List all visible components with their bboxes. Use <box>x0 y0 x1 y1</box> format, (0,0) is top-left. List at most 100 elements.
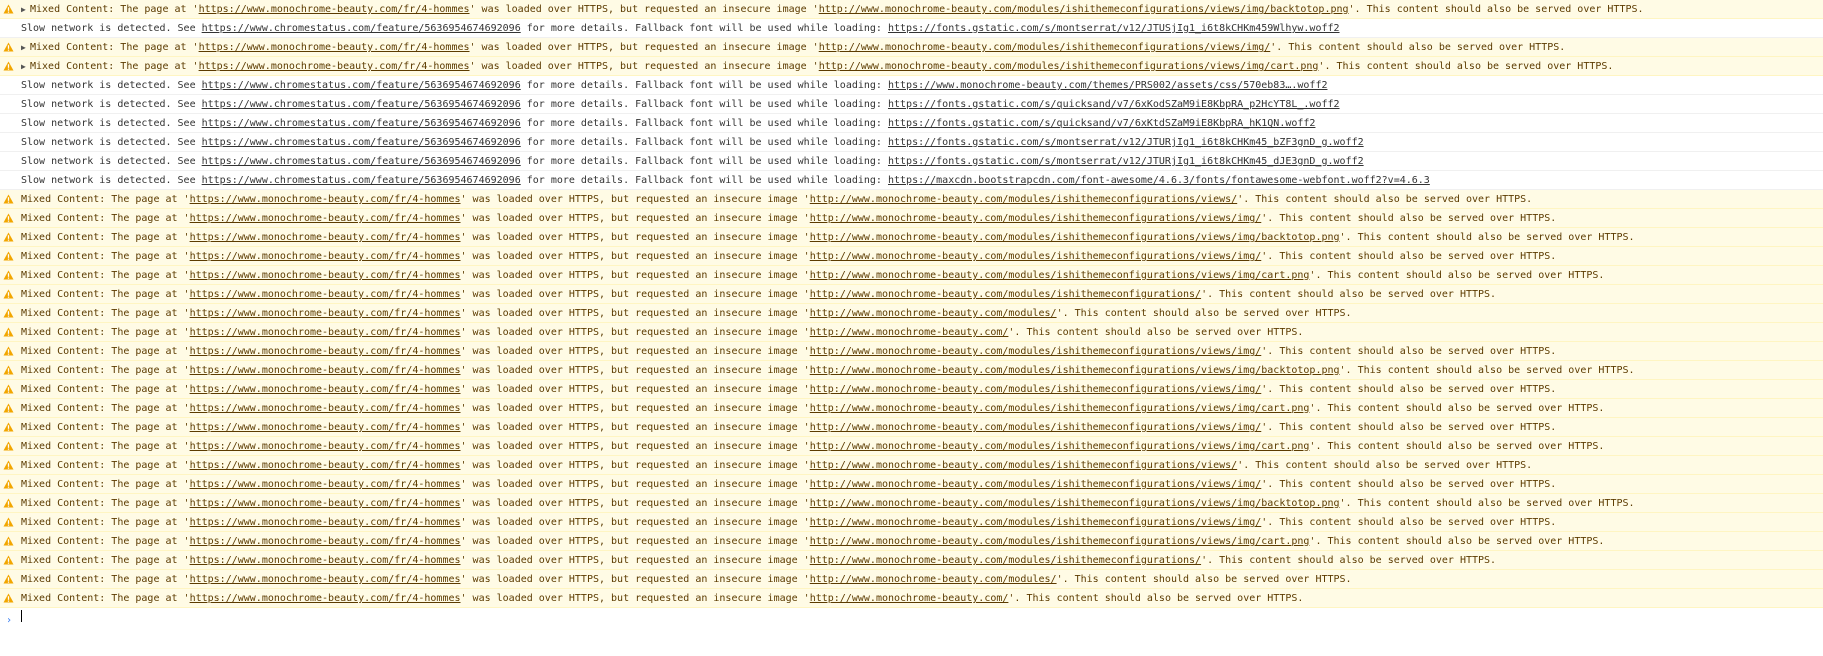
console-message-text: ' was loaded over HTTPS, but requested a… <box>460 555 810 566</box>
console-url-link[interactable]: http://www.monochrome-beauty.com/modules… <box>810 441 1310 452</box>
console-url-link[interactable]: http://www.monochrome-beauty.com/modules… <box>810 403 1310 414</box>
console-message-text: '. This content should also be served ov… <box>1237 460 1533 471</box>
console-message-text: for more details. Fallback font will be … <box>520 118 888 129</box>
console-url-link[interactable]: http://www.monochrome-beauty.com/modules… <box>810 289 1201 300</box>
console-url-link[interactable]: https://www.chromestatus.com/feature/563… <box>202 137 521 148</box>
console-url-link[interactable]: http://www.monochrome-beauty.com/modules… <box>810 194 1237 205</box>
console-url-link[interactable]: https://www.monochrome-beauty.com/fr/4-h… <box>190 441 461 452</box>
console-url-link[interactable]: https://www.monochrome-beauty.com/fr/4-h… <box>190 232 461 243</box>
warning-triangle-icon <box>3 308 14 318</box>
console-url-link[interactable]: https://www.monochrome-beauty.com/fr/4-h… <box>190 593 461 604</box>
console-url-link[interactable]: https://www.chromestatus.com/feature/563… <box>202 80 521 91</box>
console-info-message: Slow network is detected. See https://ww… <box>0 133 1823 152</box>
warning-triangle-icon <box>3 574 14 584</box>
console-url-link[interactable]: https://www.monochrome-beauty.com/fr/4-h… <box>190 479 461 490</box>
console-message-text: Mixed Content: The page at ' <box>21 479 190 490</box>
console-message-text: Mixed Content: The page at ' <box>30 4 199 15</box>
console-url-link[interactable]: https://www.chromestatus.com/feature/563… <box>202 156 521 167</box>
triangle-right-icon[interactable]: ▶ <box>21 38 30 56</box>
console-url-link[interactable]: https://www.monochrome-beauty.com/fr/4-h… <box>190 346 461 357</box>
console-url-link[interactable]: http://www.monochrome-beauty.com/modules… <box>810 460 1237 471</box>
console-url-link[interactable]: http://www.monochrome-beauty.com/modules… <box>810 479 1262 490</box>
console-url-link[interactable]: https://www.monochrome-beauty.com/fr/4-h… <box>190 308 461 319</box>
console-warning-message: Mixed Content: The page at 'https://www.… <box>0 285 1823 304</box>
console-url-link[interactable]: http://www.monochrome-beauty.com/ <box>810 327 1009 338</box>
console-url-link[interactable]: https://fonts.gstatic.com/s/montserrat/v… <box>888 23 1340 34</box>
console-url-link[interactable]: https://fonts.gstatic.com/s/quicksand/v7… <box>888 99 1340 110</box>
console-url-link[interactable]: https://www.monochrome-beauty.com/fr/4-h… <box>190 270 461 281</box>
console-url-link[interactable]: https://www.chromestatus.com/feature/563… <box>202 23 521 34</box>
console-url-link[interactable]: http://www.monochrome-beauty.com/modules… <box>810 346 1262 357</box>
chevron-right-icon: › <box>6 615 13 626</box>
console-url-link[interactable]: http://www.monochrome-beauty.com/modules… <box>810 213 1262 224</box>
console-url-link[interactable]: https://www.chromestatus.com/feature/563… <box>202 175 521 186</box>
console-url-link[interactable]: http://www.monochrome-beauty.com/modules… <box>819 4 1349 15</box>
console-url-link[interactable]: https://www.monochrome-beauty.com/fr/4-h… <box>190 460 461 471</box>
console-url-link[interactable]: http://www.monochrome-beauty.com/modules… <box>810 555 1201 566</box>
warning-triangle-icon <box>3 232 14 242</box>
console-message-text: ' was loaded over HTTPS, but requested a… <box>460 479 810 490</box>
console-url-link[interactable]: http://www.monochrome-beauty.com/modules… <box>810 384 1262 395</box>
warning-triangle-icon <box>3 194 14 204</box>
warning-triangle-icon <box>3 365 14 375</box>
console-warning-message[interactable]: ▶ Mixed Content: The page at 'https://www… <box>0 0 1823 19</box>
console-message-text: '. This content should also be served ov… <box>1309 270 1605 281</box>
console-url-link[interactable]: https://www.monochrome-beauty.com/fr/4-h… <box>190 289 461 300</box>
console-message-text: ' was loaded over HTTPS, but requested a… <box>460 384 810 395</box>
console-url-link[interactable]: https://www.monochrome-beauty.com/fr/4-h… <box>190 517 461 528</box>
console-url-link[interactable]: http://www.monochrome-beauty.com/ <box>810 593 1009 604</box>
console-message-text: ' was loaded over HTTPS, but requested a… <box>460 289 810 300</box>
console-url-link[interactable]: https://www.monochrome-beauty.com/fr/4-h… <box>190 213 461 224</box>
console-message-text: for more details. Fallback font will be … <box>520 156 888 167</box>
triangle-right-icon[interactable]: ▶ <box>21 0 30 18</box>
console-message-text: Mixed Content: The page at ' <box>30 42 199 53</box>
console-url-link[interactable]: https://www.monochrome-beauty.com/fr/4-h… <box>190 365 461 376</box>
console-url-link[interactable]: http://www.monochrome-beauty.com/modules… <box>819 61 1319 72</box>
console-url-link[interactable]: https://maxcdn.bootstrapcdn.com/font-awe… <box>888 175 1430 186</box>
console-message-text: ' was loaded over HTTPS, but requested a… <box>460 251 810 262</box>
console-url-link[interactable]: https://www.monochrome-beauty.com/fr/4-h… <box>199 42 470 53</box>
console-message-text: '. This content should also be served ov… <box>1261 422 1557 433</box>
triangle-right-icon[interactable]: ▶ <box>21 57 30 75</box>
console-url-link[interactable]: https://www.monochrome-beauty.com/fr/4-h… <box>190 536 461 547</box>
console-url-link[interactable]: http://www.monochrome-beauty.com/modules… <box>810 365 1340 376</box>
console-message-text: Slow network is detected. See <box>21 118 202 129</box>
console-url-link[interactable]: https://www.monochrome-beauty.com/fr/4-h… <box>190 574 461 585</box>
console-url-link[interactable]: https://www.chromestatus.com/feature/563… <box>202 99 521 110</box>
console-url-link[interactable]: http://www.monochrome-beauty.com/modules… <box>819 42 1271 53</box>
console-warning-message[interactable]: ▶ Mixed Content: The page at 'https://www… <box>0 57 1823 76</box>
console-prompt[interactable]: › <box>0 608 1823 626</box>
console-url-link[interactable]: http://www.monochrome-beauty.com/modules… <box>810 422 1262 433</box>
console-url-link[interactable]: https://www.monochrome-beauty.com/fr/4-h… <box>190 194 461 205</box>
warning-triangle-icon <box>3 479 14 489</box>
console-url-link[interactable]: http://www.monochrome-beauty.com/modules… <box>810 574 1057 585</box>
console-warning-message[interactable]: ▶ Mixed Content: The page at 'https://www… <box>0 38 1823 57</box>
console-url-link[interactable]: http://www.monochrome-beauty.com/modules… <box>810 517 1262 528</box>
console-url-link[interactable]: http://www.monochrome-beauty.com/modules… <box>810 498 1340 509</box>
console-info-message: Slow network is detected. See https://ww… <box>0 171 1823 190</box>
console-url-link[interactable]: http://www.monochrome-beauty.com/modules… <box>810 536 1310 547</box>
console-url-link[interactable]: https://www.monochrome-beauty.com/fr/4-h… <box>190 251 461 262</box>
console-warning-message: Mixed Content: The page at 'https://www.… <box>0 513 1823 532</box>
console-url-link[interactable]: http://www.monochrome-beauty.com/modules… <box>810 251 1262 262</box>
console-url-link[interactable]: https://www.monochrome-beauty.com/fr/4-h… <box>190 422 461 433</box>
console-url-link[interactable]: https://www.monochrome-beauty.com/fr/4-h… <box>190 555 461 566</box>
console-url-link[interactable]: https://www.monochrome-beauty.com/fr/4-h… <box>190 498 461 509</box>
console-url-link[interactable]: https://www.monochrome-beauty.com/fr/4-h… <box>190 384 461 395</box>
console-warning-message: Mixed Content: The page at 'https://www.… <box>0 361 1823 380</box>
console-url-link[interactable]: https://fonts.gstatic.com/s/montserrat/v… <box>888 156 1364 167</box>
console-message-text: ' was loaded over HTTPS, but requested a… <box>460 213 810 224</box>
console-url-link[interactable]: https://fonts.gstatic.com/s/quicksand/v7… <box>888 118 1315 129</box>
console-url-link[interactable]: https://www.monochrome-beauty.com/fr/4-h… <box>190 327 461 338</box>
console-url-link[interactable]: https://www.monochrome-beauty.com/themes… <box>888 80 1328 91</box>
console-url-link[interactable]: https://www.monochrome-beauty.com/fr/4-h… <box>199 4 470 15</box>
console-message-text: '. This content should also be served ov… <box>1201 289 1497 300</box>
console-url-link[interactable]: https://www.monochrome-beauty.com/fr/4-h… <box>190 403 461 414</box>
console-url-link[interactable]: https://www.monochrome-beauty.com/fr/4-h… <box>199 61 470 72</box>
console-url-link[interactable]: http://www.monochrome-beauty.com/modules… <box>810 232 1340 243</box>
console-url-link[interactable]: http://www.monochrome-beauty.com/modules… <box>810 270 1310 281</box>
console-url-link[interactable]: https://fonts.gstatic.com/s/montserrat/v… <box>888 137 1364 148</box>
console-url-link[interactable]: https://www.chromestatus.com/feature/563… <box>202 118 521 129</box>
console-url-link[interactable]: http://www.monochrome-beauty.com/modules… <box>810 308 1057 319</box>
console-message-text: '. This content should also be served ov… <box>1348 4 1644 15</box>
